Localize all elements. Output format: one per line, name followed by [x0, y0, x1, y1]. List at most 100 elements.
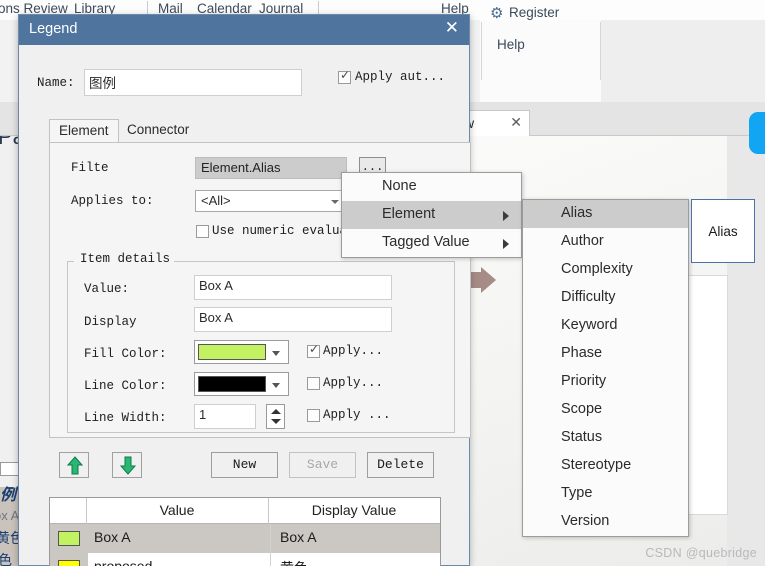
menu-item-element[interactable]: Element: [342, 201, 521, 229]
menu-item-none-label: None: [382, 178, 417, 194]
chevron-down-icon: [331, 200, 339, 204]
item-details-title: Item details: [76, 252, 175, 266]
filter-source-menu[interactable]: None Element Tagged Value: [341, 172, 522, 258]
submenu-item-phase[interactable]: Phase: [523, 340, 688, 368]
submenu-item-type-label: Type: [561, 485, 593, 501]
applies-to-select[interactable]: <All>: [195, 190, 347, 212]
menu-item-element-label: Element: [382, 206, 436, 222]
ribbon-divider-left: [481, 22, 482, 80]
tab-element-label: Element: [59, 123, 109, 138]
applies-to-label: Applies to:: [71, 194, 154, 208]
watermark: CSDN @quebridge: [645, 546, 757, 560]
ribbon-divider-right: [600, 22, 601, 80]
submenu-item-complexity[interactable]: Complexity: [523, 256, 688, 284]
line-color-swatch: [198, 376, 266, 392]
line-apply-checkbox[interactable]: [307, 377, 320, 390]
chevron-right-icon: [503, 211, 509, 221]
submenu-item-stereotype-label: Stereotype: [561, 457, 632, 473]
menu-item-none[interactable]: None: [342, 173, 521, 201]
submenu-item-alias-label: Alias: [561, 205, 593, 221]
line-width-stepper[interactable]: [266, 404, 285, 429]
submenu-item-difficulty[interactable]: Difficulty: [523, 284, 688, 312]
submenu-item-priority-label: Priority: [561, 373, 607, 389]
diagram-shape-arrow-head: [481, 267, 496, 293]
new-button[interactable]: New: [211, 452, 278, 478]
tab-connector-label: Connector: [127, 122, 190, 137]
tab-element[interactable]: Element: [49, 119, 119, 143]
legend-items-grid[interactable]: Value Display Value Box A Box A proposed…: [49, 497, 441, 566]
submenu-item-alias[interactable]: Alias: [523, 200, 688, 228]
tab-connector[interactable]: Connector: [118, 119, 198, 143]
submenu-item-version[interactable]: Version: [523, 508, 688, 536]
chevron-down-icon: [272, 351, 280, 356]
table-row[interactable]: proposed 黄色: [50, 553, 440, 566]
element-property-submenu[interactable]: Alias Author Complexity Difficulty Keywo…: [522, 199, 689, 537]
register-icon: ⚙: [490, 5, 504, 22]
stepper-up-icon[interactable]: [271, 409, 281, 414]
left-fragment-yellow-2: 色: [0, 552, 12, 566]
use-numeric-label: Use numeric evalua.: [212, 224, 355, 238]
group-top-line-left: [68, 261, 74, 262]
submenu-item-author[interactable]: Author: [523, 228, 688, 256]
ribbon-help-label[interactable]: Help: [497, 37, 525, 52]
stepper-down-icon[interactable]: [271, 419, 281, 424]
move-down-button[interactable]: [112, 452, 142, 478]
grid-header-display-value[interactable]: Display Value: [268, 502, 440, 518]
dialog-tab-strip: Element Connector: [49, 119, 471, 143]
submenu-item-author-label: Author: [561, 233, 604, 249]
submenu-item-scope[interactable]: Scope: [523, 396, 688, 424]
line-color-picker[interactable]: [194, 372, 289, 396]
close-icon[interactable]: ✕: [445, 19, 459, 36]
line-width-apply-label: Apply ...: [323, 408, 391, 422]
move-up-button[interactable]: [59, 452, 89, 478]
submenu-item-scope-label: Scope: [561, 401, 603, 417]
fill-apply-label: Apply...: [323, 344, 384, 358]
submenu-item-difficulty-label: Difficulty: [561, 289, 616, 305]
display-label: Display: [84, 315, 137, 329]
fill-apply-checkbox[interactable]: [307, 343, 320, 358]
row-value: proposed: [94, 558, 153, 566]
fill-color-picker[interactable]: [194, 340, 289, 364]
chevron-right-icon: [503, 239, 509, 249]
save-button: Save: [289, 452, 356, 478]
display-input[interactable]: Box A: [194, 307, 392, 332]
apply-automatically-checkbox[interactable]: [338, 69, 351, 84]
accent-pill[interactable]: [749, 112, 765, 154]
line-width-label: Line Width:: [84, 411, 167, 425]
row-color-swatch: [58, 531, 80, 546]
filter-value-field[interactable]: Element.Alias: [195, 157, 347, 179]
ribbon-register-label[interactable]: Register: [509, 5, 559, 20]
value-label: Value:: [84, 282, 130, 296]
submenu-item-complexity-label: Complexity: [561, 261, 633, 277]
arrow-up-icon: [66, 456, 84, 475]
name-input[interactable]: 图例: [84, 69, 302, 96]
submenu-item-keyword-label: Keyword: [561, 317, 618, 333]
table-row[interactable]: Box A Box A: [50, 524, 440, 553]
grid-header-value[interactable]: Value: [86, 502, 268, 518]
submenu-item-keyword[interactable]: Keyword: [523, 312, 688, 340]
line-width-apply-checkbox[interactable]: [307, 409, 320, 422]
line-width-input[interactable]: 1: [194, 404, 256, 429]
submenu-item-status[interactable]: Status: [523, 424, 688, 452]
dialog-title-bar: Legend ✕: [19, 15, 469, 45]
submenu-item-stereotype[interactable]: Stereotype: [523, 452, 688, 480]
close-icon[interactable]: ✕: [510, 114, 522, 131]
delete-button[interactable]: Delete: [367, 452, 434, 478]
row-display-value: 黄色: [280, 558, 308, 566]
row-divider: [270, 524, 271, 553]
submenu-item-priority[interactable]: Priority: [523, 368, 688, 396]
use-numeric-checkbox[interactable]: [196, 225, 209, 238]
value-input[interactable]: Box A: [194, 275, 392, 300]
fill-color-label: Fill Color:: [84, 347, 167, 361]
legend-dialog: Legend ✕ Name: 图例 Apply aut... Element C…: [18, 14, 471, 566]
row-display-value: Box A: [280, 529, 317, 545]
submenu-item-status-label: Status: [561, 429, 603, 445]
menu-item-tagged-value-label: Tagged Value: [382, 234, 470, 250]
filter-label: Filte: [71, 161, 109, 175]
chevron-down-icon: [272, 383, 280, 388]
group-top-line-right: [173, 261, 454, 262]
submenu-item-type[interactable]: Type: [523, 480, 688, 508]
menu-item-tagged-value[interactable]: Tagged Value: [342, 229, 521, 257]
grid-header-row: Value Display Value: [50, 498, 440, 524]
left-fragment-legend-cjk: 例: [0, 487, 17, 504]
